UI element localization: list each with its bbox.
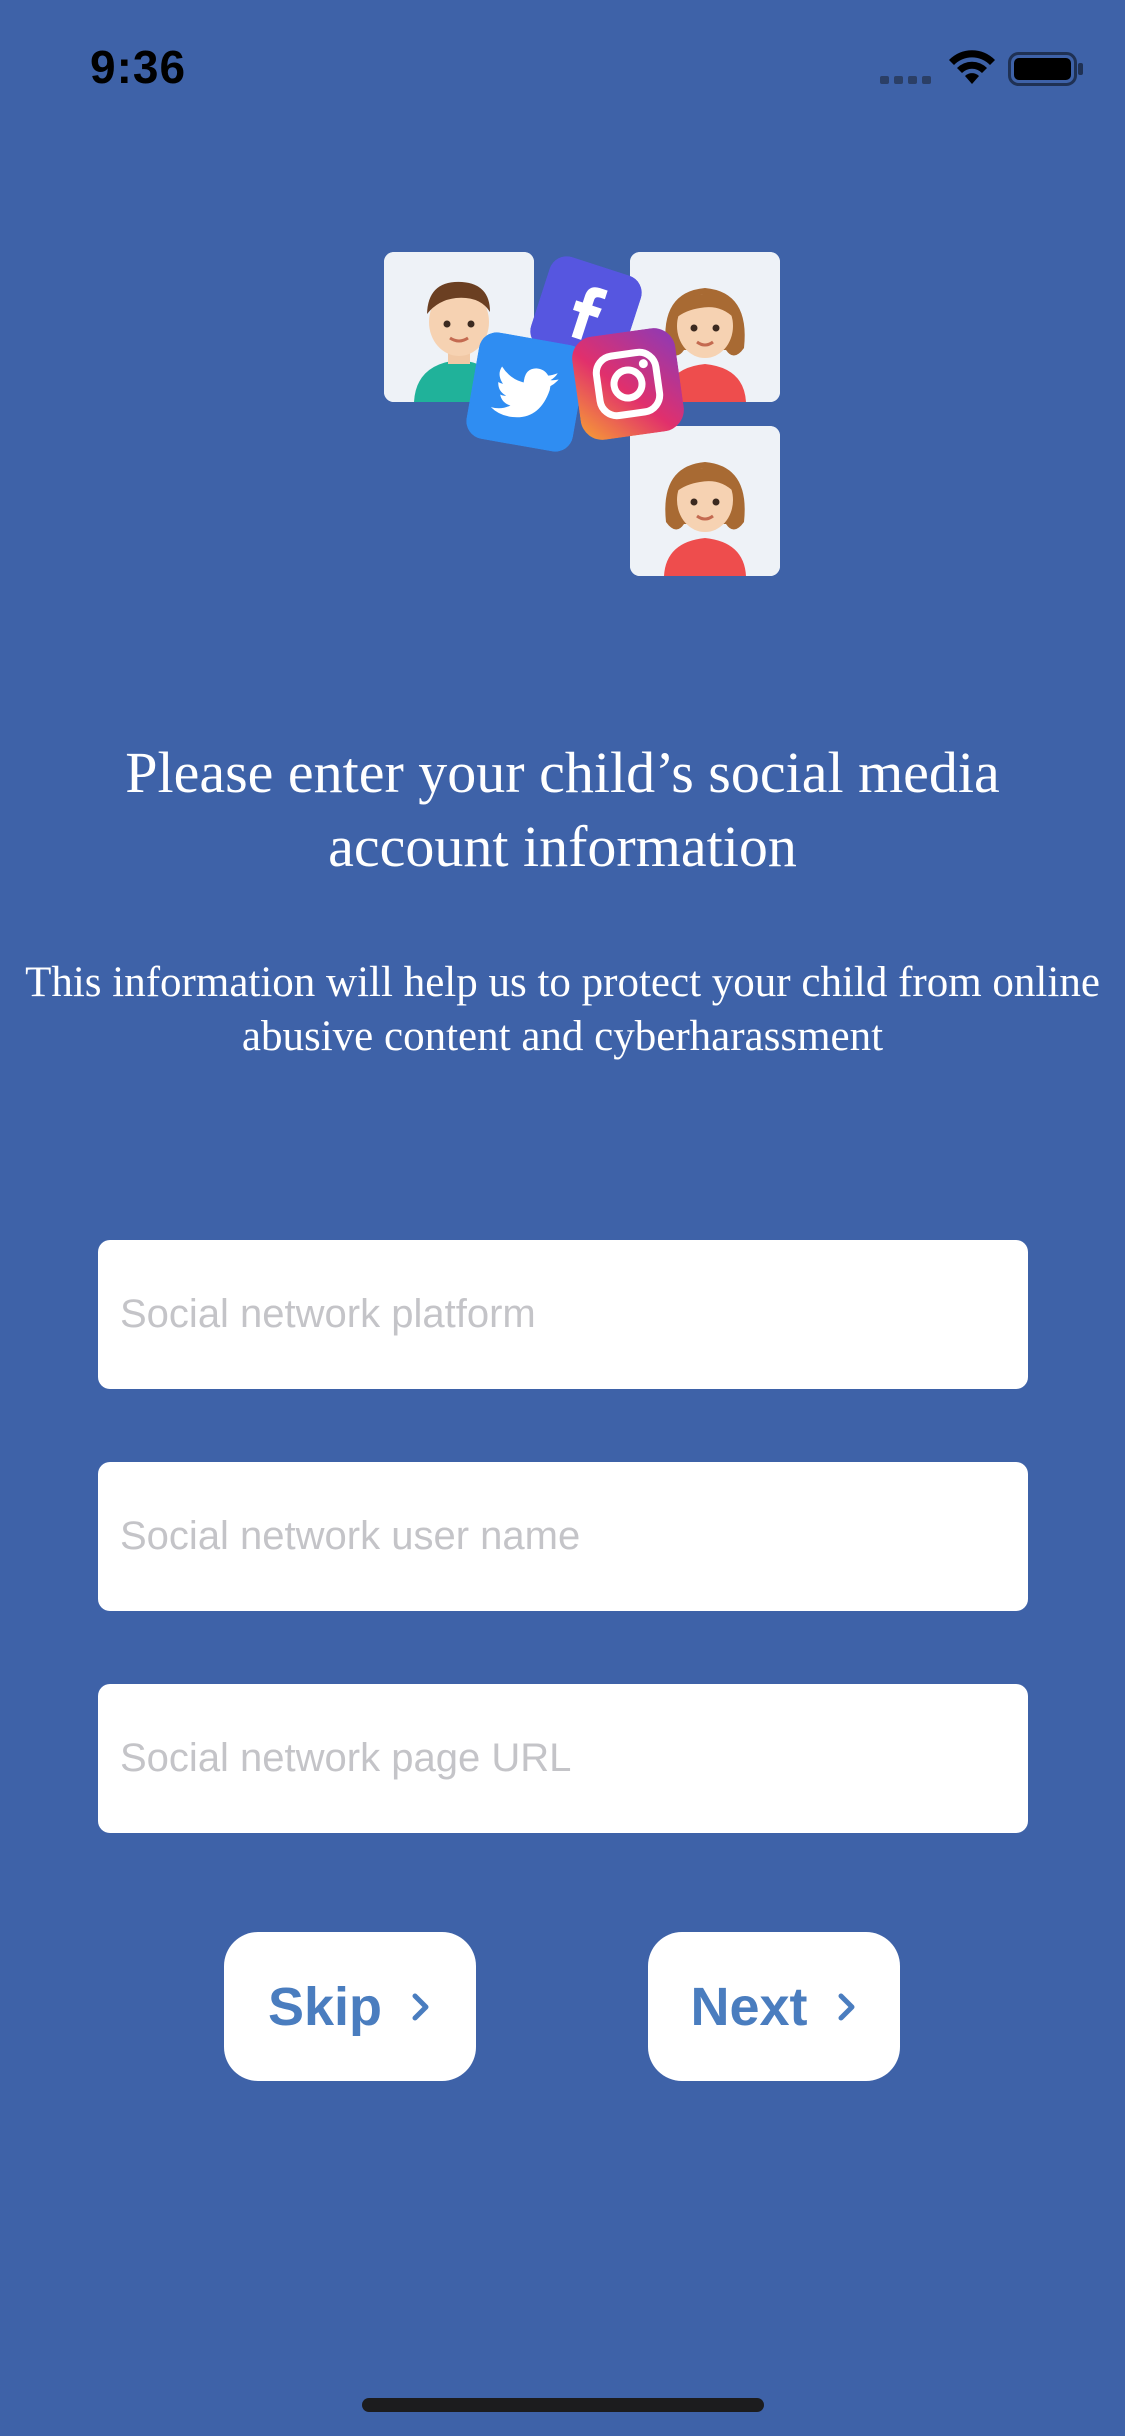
status-bar: 9:36 bbox=[0, 0, 1125, 132]
twitter-icon bbox=[466, 332, 586, 452]
page-title: Please enter your child’s social media a… bbox=[125, 740, 1000, 879]
signal-icon bbox=[880, 76, 931, 84]
home-indicator[interactable] bbox=[362, 2398, 764, 2412]
social-platform-input[interactable] bbox=[98, 1240, 1028, 1389]
girl-avatar-icon bbox=[630, 426, 780, 576]
chevron-right-icon bbox=[412, 1993, 429, 2020]
battery-icon bbox=[1008, 52, 1083, 86]
skip-button-label: Skip bbox=[267, 1976, 383, 2037]
social-username-input[interactable] bbox=[98, 1462, 1028, 1611]
status-time: 9:36 bbox=[90, 41, 187, 93]
social-url-input[interactable] bbox=[98, 1684, 1028, 1833]
next-button-label: Next bbox=[690, 1976, 808, 2037]
wifi-icon bbox=[949, 50, 995, 84]
chevron-right-icon bbox=[838, 1993, 855, 2020]
next-button[interactable]: Next bbox=[648, 1932, 900, 2081]
page-subtitle: This information will help us to protect… bbox=[25, 959, 1100, 1060]
instagram-icon bbox=[572, 328, 684, 440]
hero-illustration bbox=[380, 248, 790, 588]
skip-button[interactable]: Skip bbox=[224, 1932, 476, 2081]
